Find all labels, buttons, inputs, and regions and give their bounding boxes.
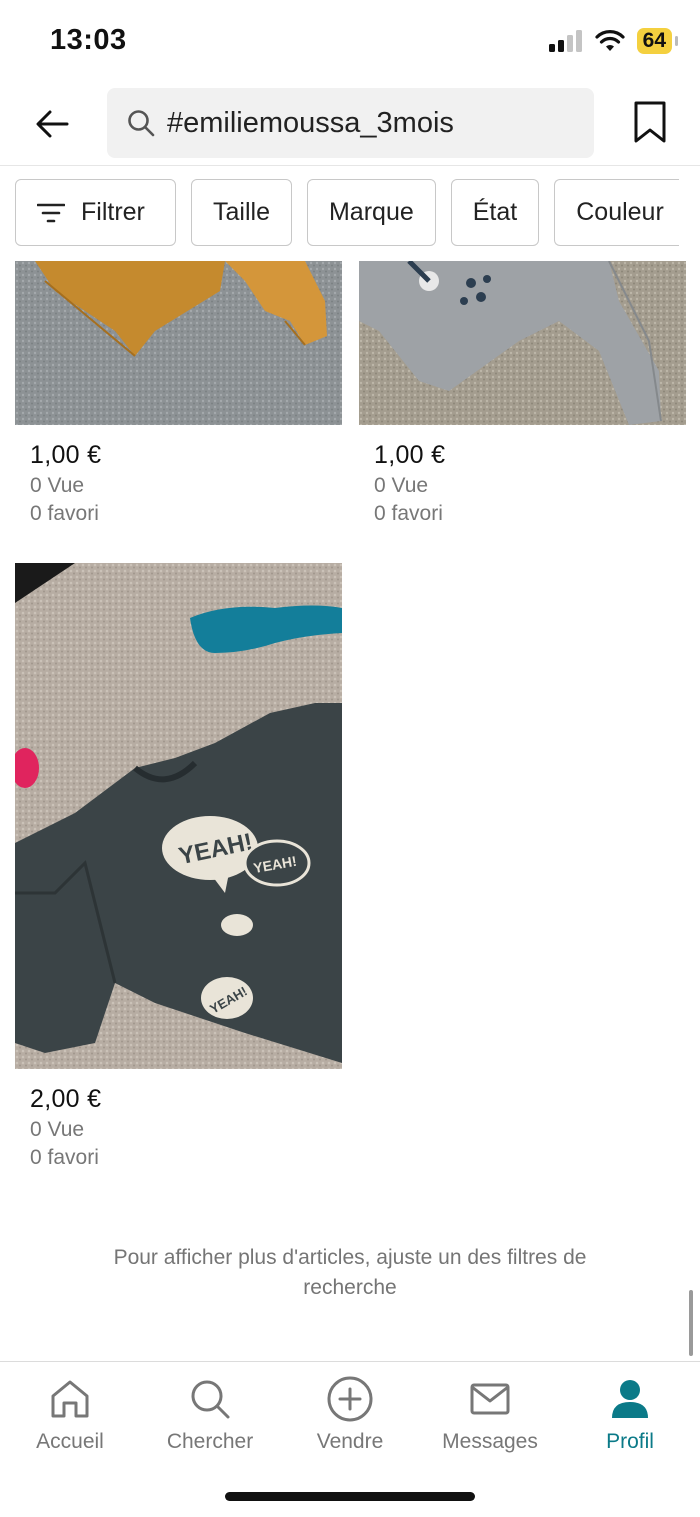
wifi-icon: [595, 30, 625, 51]
search-box[interactable]: [107, 88, 594, 158]
status-icons: 64: [548, 28, 679, 54]
brand-filter-label: Marque: [328, 198, 414, 226]
back-button[interactable]: [30, 104, 74, 144]
condition-filter-chip[interactable]: État: [450, 179, 540, 246]
item-price: 1,00 €: [30, 441, 102, 469]
search-icon: [189, 1374, 231, 1424]
search-icon: [127, 108, 157, 138]
item-card[interactable]: 1,00 € 0 Vue 0 favori: [15, 261, 342, 526]
end-of-results-message: Pour afficher plus d'articles, ajuste un…: [113, 1246, 587, 1299]
tab-sell-label: Vendre: [316, 1430, 384, 1453]
item-photo: YEAH! YEAH! YEAH!: [15, 563, 342, 1069]
signal-icon: [548, 30, 582, 52]
item-price: 1,00 €: [374, 441, 446, 469]
size-filter-chip[interactable]: Taille: [191, 179, 292, 246]
scrollbar[interactable]: [689, 1290, 693, 1356]
item-price: 2,00 €: [30, 1085, 102, 1113]
tab-sell[interactable]: Vendre: [280, 1374, 420, 1454]
tab-search[interactable]: Chercher: [140, 1374, 280, 1454]
home-indicator[interactable]: [225, 1492, 475, 1501]
status-bar: 13:03 64: [0, 0, 700, 86]
tab-messages[interactable]: Messages: [420, 1374, 560, 1454]
brand-filter-chip[interactable]: Marque: [306, 179, 436, 246]
item-grid: 1,00 € 0 Vue 0 favori 1,00 € 0 Vue 0 fav…: [0, 261, 700, 1361]
item-info: 1,00 € 0 Vue 0 favori: [359, 425, 686, 526]
item-favorites: 0 favori: [30, 1146, 99, 1169]
item-photo: [359, 261, 686, 425]
search-input[interactable]: [167, 106, 567, 140]
home-icon: [49, 1374, 91, 1424]
tab-messages-label: Messages: [442, 1430, 538, 1453]
filter-bar: Filtrer Taille Marque État Couleur: [0, 166, 700, 261]
condition-filter-label: État: [472, 198, 518, 226]
tab-home[interactable]: Accueil: [0, 1374, 140, 1454]
item-card[interactable]: 1,00 € 0 Vue 0 favori: [359, 261, 686, 526]
filter-button-label: Filtrer: [81, 198, 145, 226]
arrow-left-icon: [36, 110, 69, 138]
item-favorites: 0 favori: [374, 502, 443, 525]
size-filter-label: Taille: [213, 198, 270, 226]
status-time: 13:03: [50, 24, 127, 56]
mail-icon: [470, 1374, 510, 1424]
tab-profile[interactable]: Profil: [560, 1374, 700, 1454]
tab-home-label: Accueil: [36, 1430, 104, 1453]
battery-indicator: 64: [636, 28, 679, 54]
item-views: 0 Vue: [374, 474, 429, 497]
save-search-button[interactable]: [632, 100, 668, 144]
item-favorites: 0 favori: [30, 502, 99, 525]
item-info: 2,00 € 0 Vue 0 favori: [15, 1069, 342, 1170]
search-header: [0, 86, 700, 166]
filter-button[interactable]: Filtrer: [15, 179, 176, 246]
profile-icon: [610, 1374, 650, 1424]
item-photo: [15, 261, 342, 425]
color-filter-label: Couleur: [576, 198, 664, 226]
plus-circle-icon: [327, 1374, 373, 1424]
tab-profile-label: Profil: [606, 1430, 654, 1453]
color-filter-chip[interactable]: Couleur: [554, 179, 680, 246]
tab-search-label: Chercher: [166, 1430, 254, 1453]
item-views: 0 Vue: [30, 474, 85, 497]
bookmark-icon: [634, 101, 666, 143]
item-card[interactable]: YEAH! YEAH! YEAH! 2,00 € 0 Vue 0 favori: [15, 563, 342, 1170]
filter-icon: [37, 202, 65, 224]
item-info: 1,00 € 0 Vue 0 favori: [15, 425, 342, 526]
item-views: 0 Vue: [30, 1118, 85, 1141]
